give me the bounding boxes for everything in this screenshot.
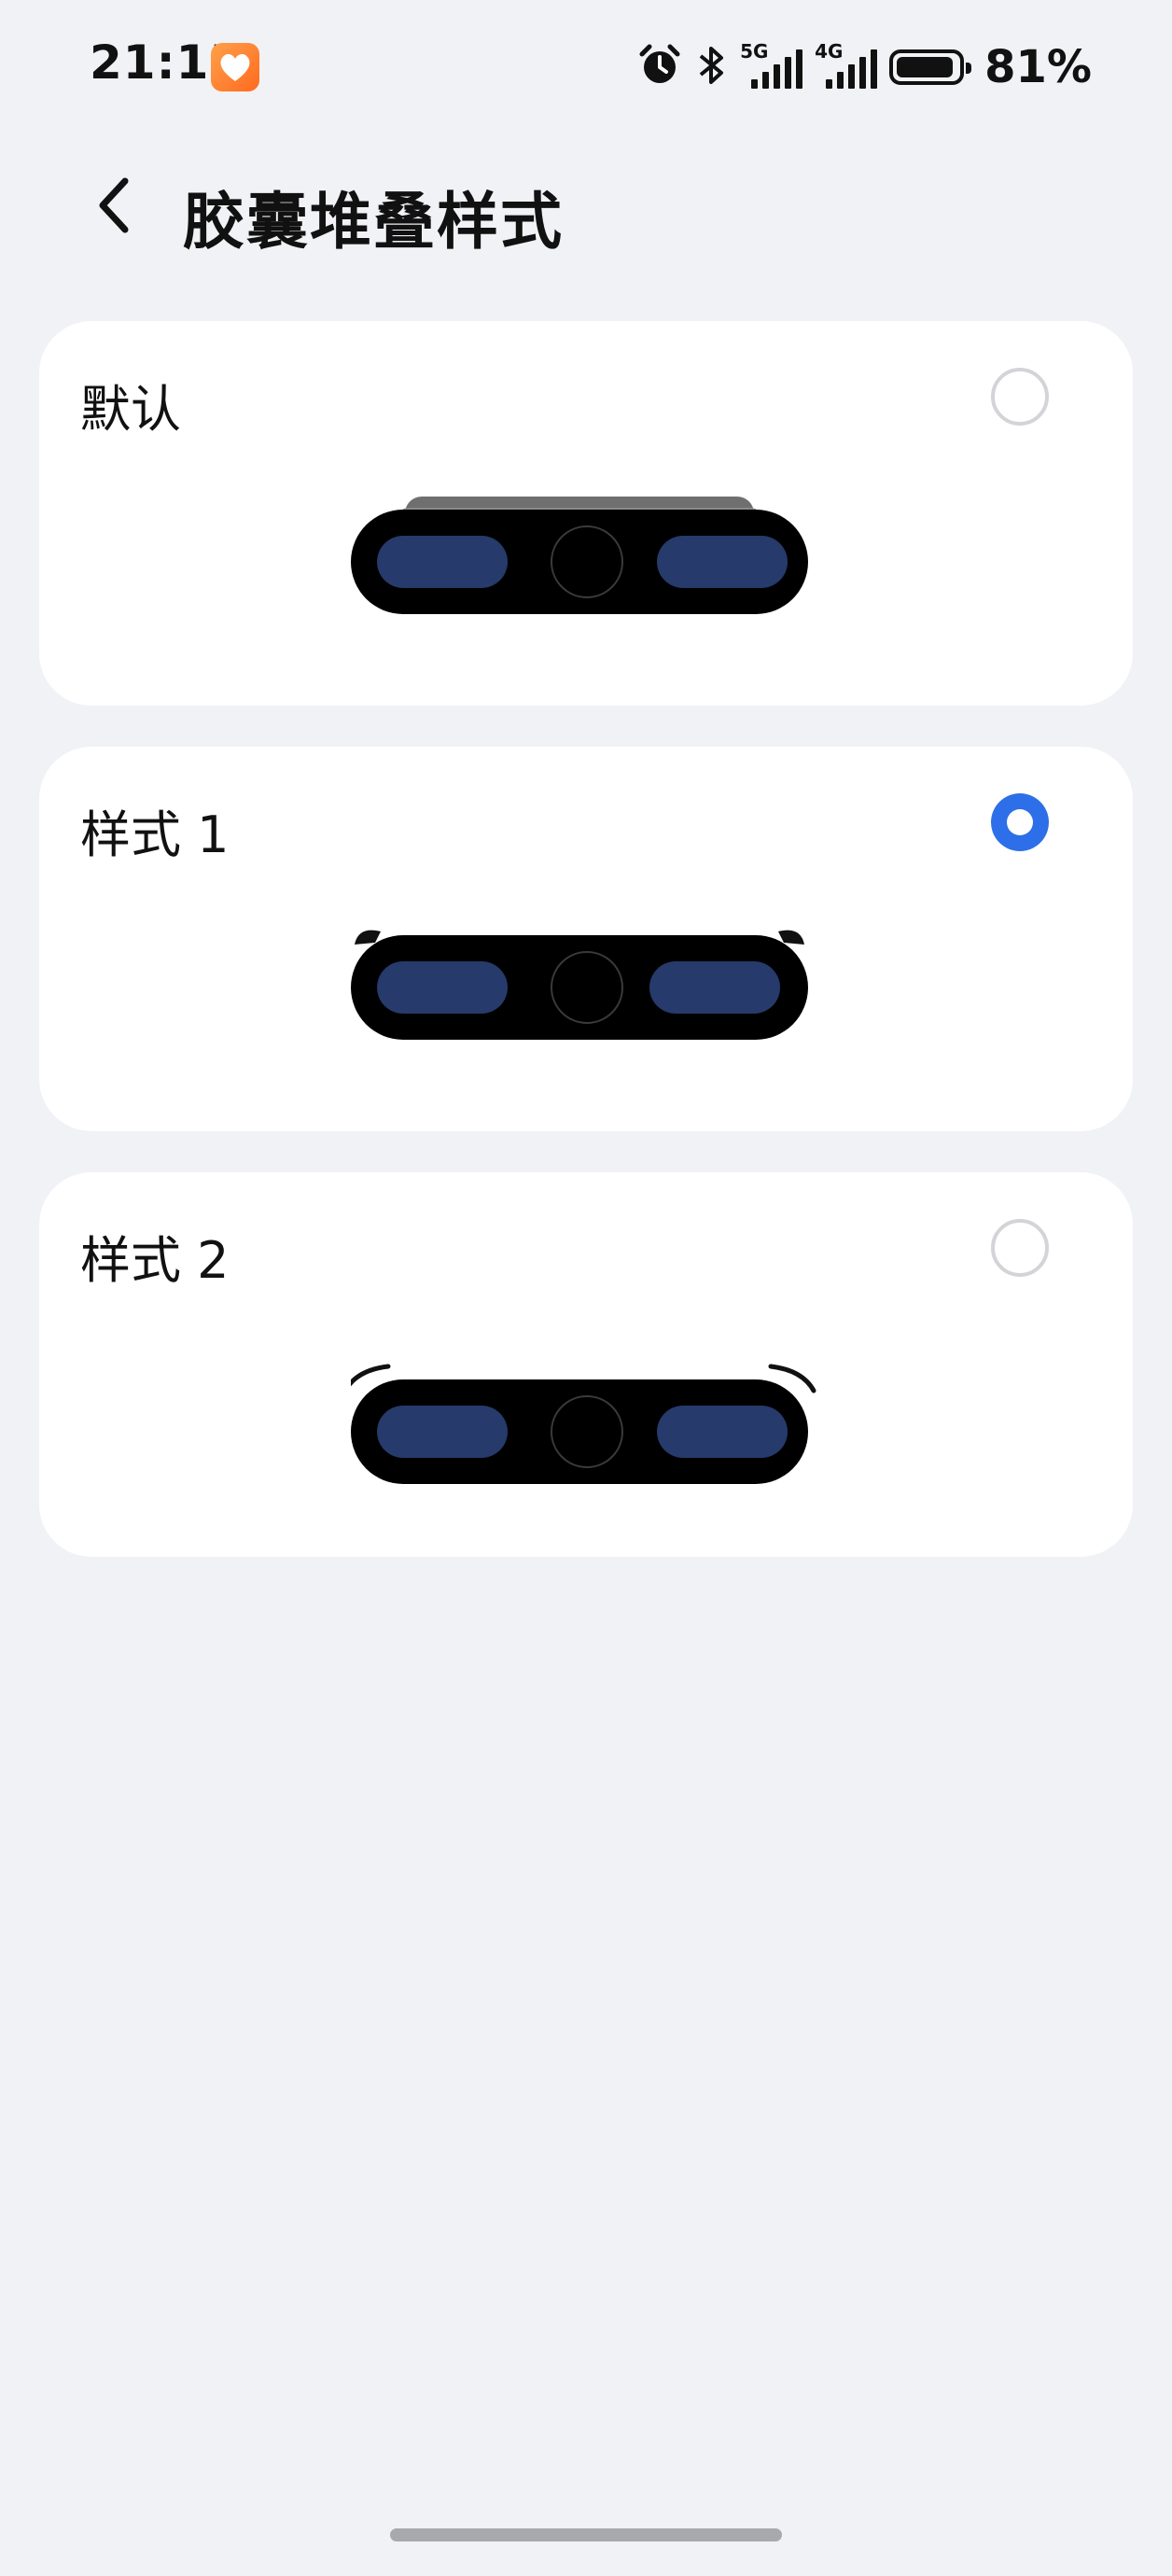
page-title: 胶囊堆叠样式 bbox=[183, 186, 564, 258]
option-card-style-1[interactable]: 样式 1 bbox=[39, 747, 1133, 1131]
page-header: 胶囊堆叠样式 bbox=[0, 159, 1172, 258]
back-button[interactable] bbox=[84, 168, 149, 243]
radio-button-style-1[interactable] bbox=[991, 793, 1049, 851]
radio-button-default[interactable] bbox=[991, 368, 1049, 426]
status-bar: 21:15 5G 4G 81% bbox=[0, 0, 1172, 131]
capsule-preview-style-1-image bbox=[351, 930, 808, 1040]
status-icons: 5G 4G 81% bbox=[637, 35, 1092, 99]
battery-percent: 81% bbox=[984, 41, 1092, 93]
chevron-left-icon bbox=[99, 177, 129, 233]
option-label: 样式 1 bbox=[80, 805, 230, 864]
capsule-preview-style-2-image bbox=[351, 1364, 816, 1484]
bluetooth-icon bbox=[695, 43, 727, 91]
radio-button-style-2[interactable] bbox=[991, 1219, 1049, 1277]
option-card-default[interactable]: 默认 bbox=[39, 321, 1133, 706]
signal-4g-icon: 4G bbox=[815, 40, 878, 91]
signal-5g-icon: 5G bbox=[740, 40, 803, 91]
alarm-icon bbox=[637, 43, 682, 91]
option-label: 默认 bbox=[80, 380, 181, 439]
home-indicator[interactable] bbox=[390, 2528, 782, 2541]
option-card-style-2[interactable]: 样式 2 bbox=[39, 1172, 1133, 1557]
battery-icon bbox=[889, 49, 972, 85]
option-label: 样式 2 bbox=[80, 1231, 230, 1290]
capsule-preview-default-image bbox=[351, 497, 808, 614]
heart-app-icon bbox=[211, 43, 259, 91]
